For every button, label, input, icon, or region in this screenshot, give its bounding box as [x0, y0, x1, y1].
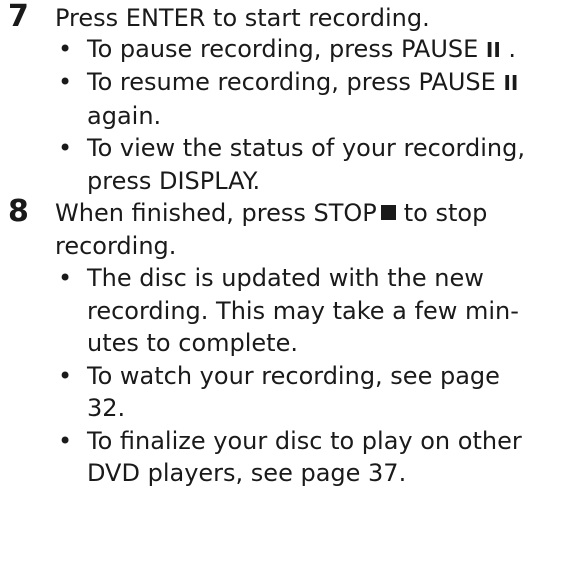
bullet-text-line2: again.: [87, 101, 162, 130]
bullet-text-line3: utes to complete.: [87, 329, 298, 357]
bullet-dot: •: [58, 264, 73, 292]
bullet-dot: •: [58, 34, 73, 63]
stop-square-icon: [380, 205, 396, 220]
step-7: 7 Press ENTER to start recording.: [0, 0, 562, 35]
pause-icon: II: [503, 71, 519, 95]
bullet-item: • To watch your recording, see page 32.: [58, 360, 557, 425]
bullet-item: • To view the status of your recording, …: [58, 132, 557, 197]
bullet-text-line2: 32.: [87, 394, 126, 422]
bullet-text-line2: DVD players, see page 37.: [87, 459, 407, 487]
bullet-text-line2: press DISPLAY.: [87, 166, 261, 195]
step-number: 8: [8, 194, 29, 229]
bullet-text: To resume recording, press PAUSE: [87, 68, 504, 96]
bullet-item: • To pause recording, press PAUSE II .: [58, 33, 557, 67]
step-text-before: When finished, press STOP: [55, 199, 377, 227]
bullet-text: To watch your recording, see page: [87, 361, 500, 390]
step-number: 7: [8, 0, 29, 34]
step-8: 8 When finished, press STOP to stop recor…: [0, 194, 562, 262]
bullet-item: • To finalize your disc to play on other…: [58, 425, 557, 490]
step-text-after: to stop: [403, 199, 488, 227]
step-7-bullets: • To pause recording, press PAUSE II . •…: [0, 33, 562, 198]
manual-page: 7 Press ENTER to start recording. • To p…: [0, 0, 562, 578]
bullet-text: To finalize your disc to play on other: [87, 426, 522, 455]
step-instruction: When finished, press STOP to stop recordi…: [55, 197, 555, 262]
bullet-dot: •: [58, 361, 73, 390]
pause-icon: II: [485, 37, 501, 62]
bullet-dot: •: [58, 68, 73, 96]
bullet-text: To view the status of your recording,: [87, 134, 525, 162]
bullet-text: To pause recording, press PAUSE: [87, 34, 486, 63]
bullet-dot: •: [58, 134, 73, 162]
bullet-text-line2: recording. This may take a few min-: [87, 296, 519, 325]
bullet-dot: •: [58, 426, 73, 455]
step-8-bullets: • The disc is updated with the new recor…: [0, 262, 562, 490]
bullet-text: The disc is updated with the new: [87, 264, 484, 292]
bullet-item: • To resume recording, press PAUSE II ag…: [58, 66, 557, 132]
bullet-item: • The disc is updated with the new recor…: [58, 262, 557, 360]
step-instruction: Press ENTER to start recording.: [55, 4, 430, 32]
step-text-line2: recording.: [55, 231, 177, 260]
bullet-text-end: .: [500, 34, 517, 63]
